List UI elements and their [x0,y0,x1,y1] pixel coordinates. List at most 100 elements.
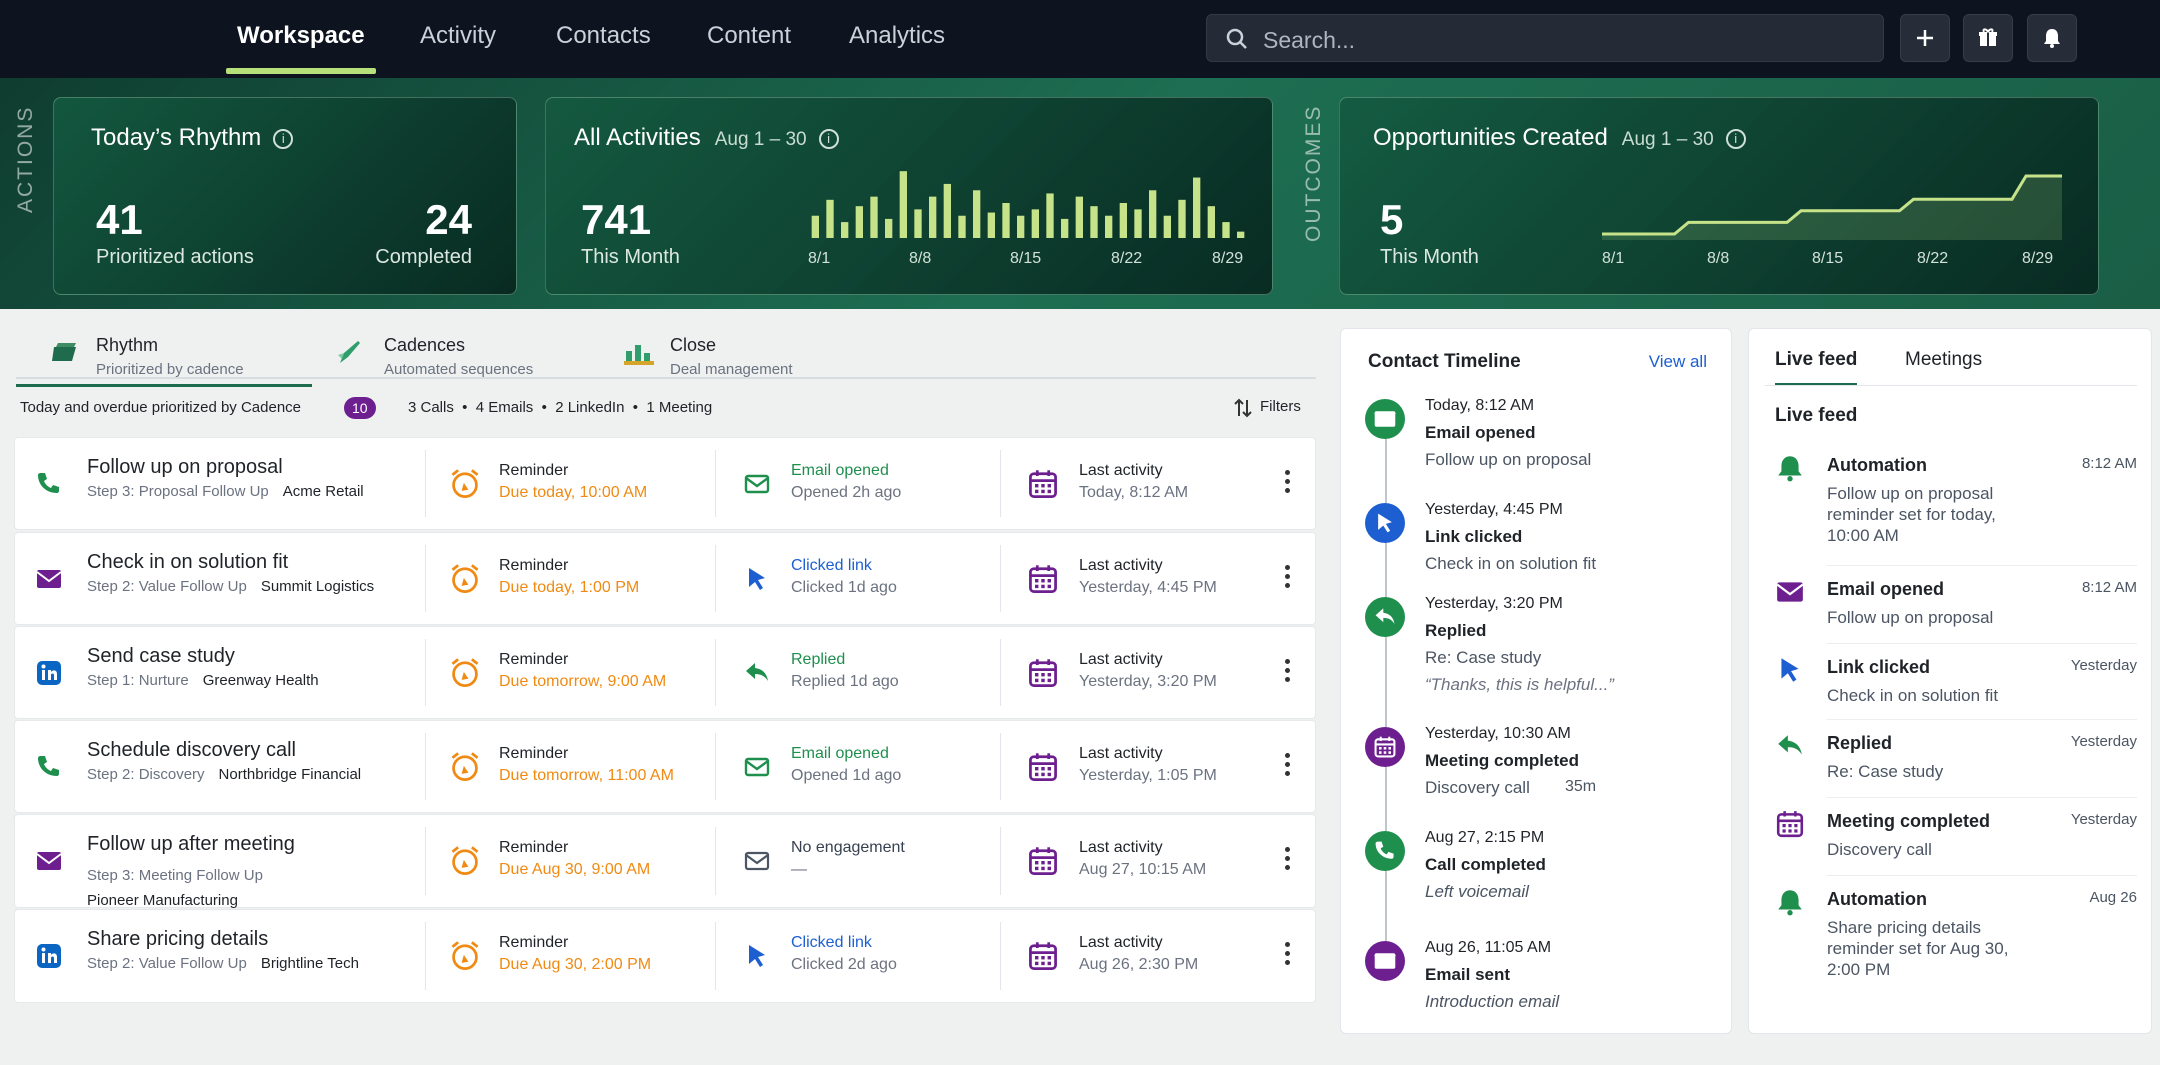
tab-sublabel: Automated sequences [384,361,534,378]
engagement-icon-wrap [743,565,771,598]
more-options-icon[interactable] [1285,753,1291,780]
notifications-button[interactable] [2027,14,2077,62]
calendar-icon-wrap [1027,468,1059,505]
task-step: Step 2: Discovery Northbridge Financial [87,766,361,783]
divider [1000,639,1001,706]
divider [425,827,426,895]
tab-activity[interactable]: Activity [420,22,496,56]
search-input[interactable]: Search... [1206,14,1884,62]
more-options-icon[interactable] [1285,942,1291,969]
rhythm-panel: Rhythm Prioritized by cadence Cadences A… [0,309,1330,1065]
task-title[interactable]: Check in on solution fit [87,551,288,574]
timeline-duration: 35m [1565,778,1597,795]
cursor-icon [749,945,765,967]
x-tick-label: 8/22 [1111,250,1143,267]
opportunities-area [1602,176,2062,240]
task-row[interactable]: Send case study Step 1: Nurture Greenway … [14,626,1316,719]
add-button[interactable] [1900,14,1950,62]
phone-icon [1375,841,1394,859]
todays-rhythm-card[interactable]: Today’s Rhythm i 41 Prioritized actions 2… [53,97,517,295]
last-activity-label: Last activity [1079,745,1163,762]
company-name[interactable]: Pioneer Manufacturing [87,892,238,909]
divider [425,733,426,800]
divider [1000,827,1001,895]
task-row[interactable]: Follow up on proposal Step 3: Proposal F… [14,437,1316,530]
more-options-icon[interactable] [1285,470,1291,497]
task-row[interactable]: Share pricing details Step 2: Value Foll… [14,909,1316,1003]
all-activities-card[interactable]: All Activities Aug 1 – 30 i 741 This Month… [545,97,1273,295]
feed-item-time: Aug 26 [2089,889,2137,906]
feed-item-detail: Follow up on proposal reminder set for t… [1827,484,1996,545]
company-name[interactable]: Brightline Tech [261,955,359,972]
tab-live-feed[interactable]: Live feed [1775,349,1858,386]
more-options-icon[interactable] [1285,847,1291,874]
task-title[interactable]: Send case study [87,645,235,668]
company-name[interactable]: Greenway Health [203,672,319,689]
info-icon[interactable]: i [1725,129,1746,149]
divider [1000,545,1001,612]
engagement-label: No engagement [791,839,905,856]
tab-meetings[interactable]: Meetings [1905,349,1982,371]
activity-bar [1105,215,1113,238]
tab-analytics[interactable]: Analytics [849,22,945,56]
last-activity-time: Yesterday, 1:05 PM [1079,767,1217,784]
mail-outline-icon [744,757,770,777]
more-options-icon[interactable] [1285,659,1291,686]
x-tick-label: 8/22 [1917,250,1949,267]
activity-bar [885,218,893,238]
opportunities-card[interactable]: Opportunities Created Aug 1 – 30 i 5 This … [1339,97,2099,295]
company-name[interactable]: Northbridge Financial [219,766,362,783]
task-row[interactable]: Check in on solution fit Step 2: Value F… [14,532,1316,625]
activity-bar [1149,190,1157,238]
engagement-icon-wrap [743,847,771,880]
task-title[interactable]: Follow up after meeting [87,833,295,856]
chart-bars-icon [624,345,654,365]
prioritized-count: 41 [96,196,143,243]
feed-icon-wrap [1775,809,1805,844]
info-icon[interactable]: i [818,129,839,149]
timeline-dot [1365,727,1405,767]
engagement-label: Email opened [791,462,889,479]
divider [715,450,716,517]
prioritized-label: Prioritized actions [96,246,254,268]
task-title[interactable]: Schedule discovery call [87,739,296,762]
info-icon[interactable]: i [273,129,294,149]
activities-count: 741 [581,196,652,243]
card-title-text: Today’s Rhythm [91,124,262,151]
tab-contacts[interactable]: Contacts [556,22,651,56]
divider [425,450,426,517]
calendar-icon [1374,736,1396,758]
feed-divider [1827,875,2137,876]
timeline-time: Yesterday, 3:20 PM [1425,595,1563,612]
activity-bar [1017,215,1025,238]
company-name[interactable]: Acme Retail [283,483,364,500]
activity-bar [811,215,819,238]
feed-item-time: 8:12 AM [2081,579,2137,596]
opportunities-area-chart [1602,174,2062,240]
gift-button[interactable] [1963,14,2013,62]
engagement-sub: — [791,861,807,878]
tab-content[interactable]: Content [707,22,791,56]
view-all-link[interactable]: View all [1649,352,1707,372]
activity-bar [1075,196,1083,238]
task-title[interactable]: Share pricing details [87,928,268,951]
completed-count: 24 [425,196,472,243]
task-step: Step 3: Meeting Follow Up [87,867,263,884]
task-title[interactable]: Follow up on proposal [87,456,283,479]
tab-workspace[interactable]: Workspace [226,22,376,74]
task-step: Step 1: Nurture Greenway Health [87,672,319,689]
engagement-sub: Opened 1d ago [791,767,902,784]
step-label: Step 1: Nurture [87,672,189,689]
feed-item-title: Automation [1827,455,1927,475]
reply-icon [1778,735,1802,755]
company-name[interactable]: Summit Logistics [261,578,374,595]
timeline-time: Today, 8:12 AM [1425,397,1535,414]
calendar-icon [1029,659,1057,687]
task-row[interactable]: Schedule discovery call Step 2: Discover… [14,720,1316,813]
step-label: Step 3: Meeting Follow Up [87,867,263,884]
more-options-icon[interactable] [1285,565,1291,592]
reply-icon [746,663,768,681]
task-row[interactable]: Follow up after meeting Step 3: Meeting … [14,814,1316,909]
mail-icon [1374,411,1396,427]
calendar-icon [1029,942,1057,970]
